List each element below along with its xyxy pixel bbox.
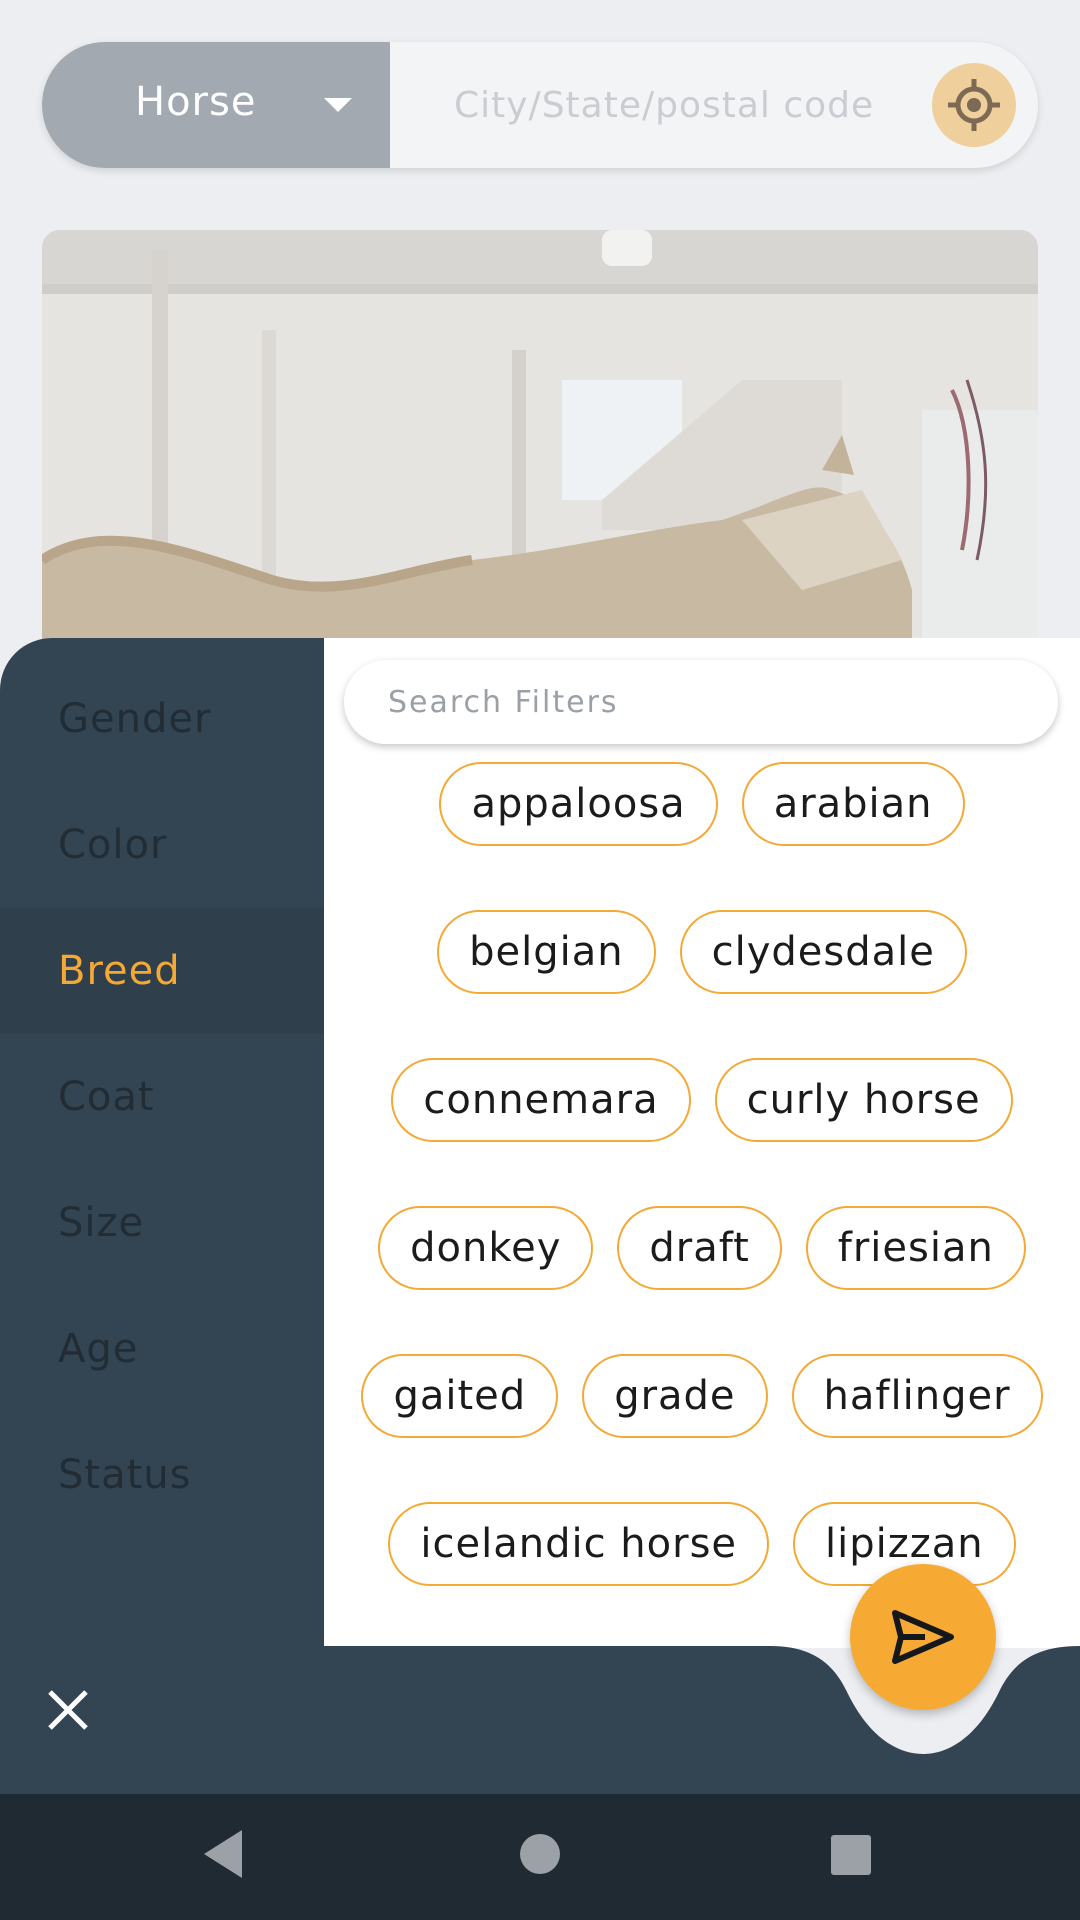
breed-chip-list: appaloosa arabian belgian clydesdale con… [324, 762, 1080, 1648]
chip-row: icelandic horse lipizzan [324, 1502, 1080, 1586]
breed-chip[interactable]: friesian [805, 1206, 1026, 1290]
breed-chip[interactable]: arabian [741, 762, 965, 846]
chip-row: belgian clydesdale [324, 910, 1080, 994]
close-button[interactable] [46, 1688, 102, 1744]
species-dropdown-value: Horse [135, 79, 257, 125]
breed-chip[interactable]: donkey [378, 1206, 594, 1290]
filter-panel: Gender Color Breed Coat Size Age Status … [0, 638, 1080, 1648]
category-gender[interactable]: Gender [0, 656, 324, 782]
species-dropdown[interactable]: Horse [42, 42, 390, 168]
filter-search-input[interactable] [344, 660, 1058, 744]
breed-chip[interactable]: icelandic horse [388, 1502, 770, 1586]
circle-home-icon[interactable] [520, 1834, 560, 1874]
paper-plane-send-icon [892, 1610, 954, 1664]
filter-category-sidebar: Gender Color Breed Coat Size Age Status [0, 638, 324, 1648]
category-coat[interactable]: Coat [0, 1034, 324, 1160]
crosshair-target-icon [948, 79, 1000, 131]
search-bar: Horse [42, 42, 1038, 168]
caret-down-icon [324, 98, 352, 112]
breed-chip[interactable]: appaloosa [439, 762, 718, 846]
breed-chip[interactable]: connemara [391, 1058, 691, 1142]
chip-row: connemara curly horse [324, 1058, 1080, 1142]
close-x-icon [48, 1690, 88, 1730]
category-color[interactable]: Color [0, 782, 324, 908]
breed-chip[interactable]: clydesdale [679, 910, 967, 994]
location-input[interactable] [390, 42, 910, 168]
breed-chip[interactable]: draft [617, 1206, 782, 1290]
chip-row: appaloosa arabian [324, 762, 1080, 846]
chip-row: gaited grade haflinger [324, 1354, 1080, 1438]
horse-photo-illustration [42, 230, 1038, 640]
system-nav-bar [0, 1794, 1080, 1920]
square-recents-icon[interactable] [831, 1835, 871, 1875]
category-breed[interactable]: Breed [0, 908, 324, 1034]
category-size[interactable]: Size [0, 1160, 324, 1286]
triangle-back-icon[interactable] [202, 1828, 246, 1880]
locate-button[interactable] [932, 63, 1016, 147]
breed-chip[interactable]: haflinger [791, 1354, 1043, 1438]
apply-filters-send-button[interactable] [850, 1564, 996, 1710]
listing-photo[interactable] [42, 230, 1038, 640]
breed-chip[interactable]: belgian [437, 910, 656, 994]
category-status[interactable]: Status [0, 1412, 324, 1538]
category-age[interactable]: Age [0, 1286, 324, 1412]
breed-chip[interactable]: curly horse [714, 1058, 1013, 1142]
chip-row: donkey draft friesian [324, 1206, 1080, 1290]
screen: Horse City/State/postal code Gender Colo… [0, 0, 1080, 1920]
breed-chip[interactable]: grade [582, 1354, 768, 1438]
breed-chip[interactable]: gaited [361, 1354, 559, 1438]
